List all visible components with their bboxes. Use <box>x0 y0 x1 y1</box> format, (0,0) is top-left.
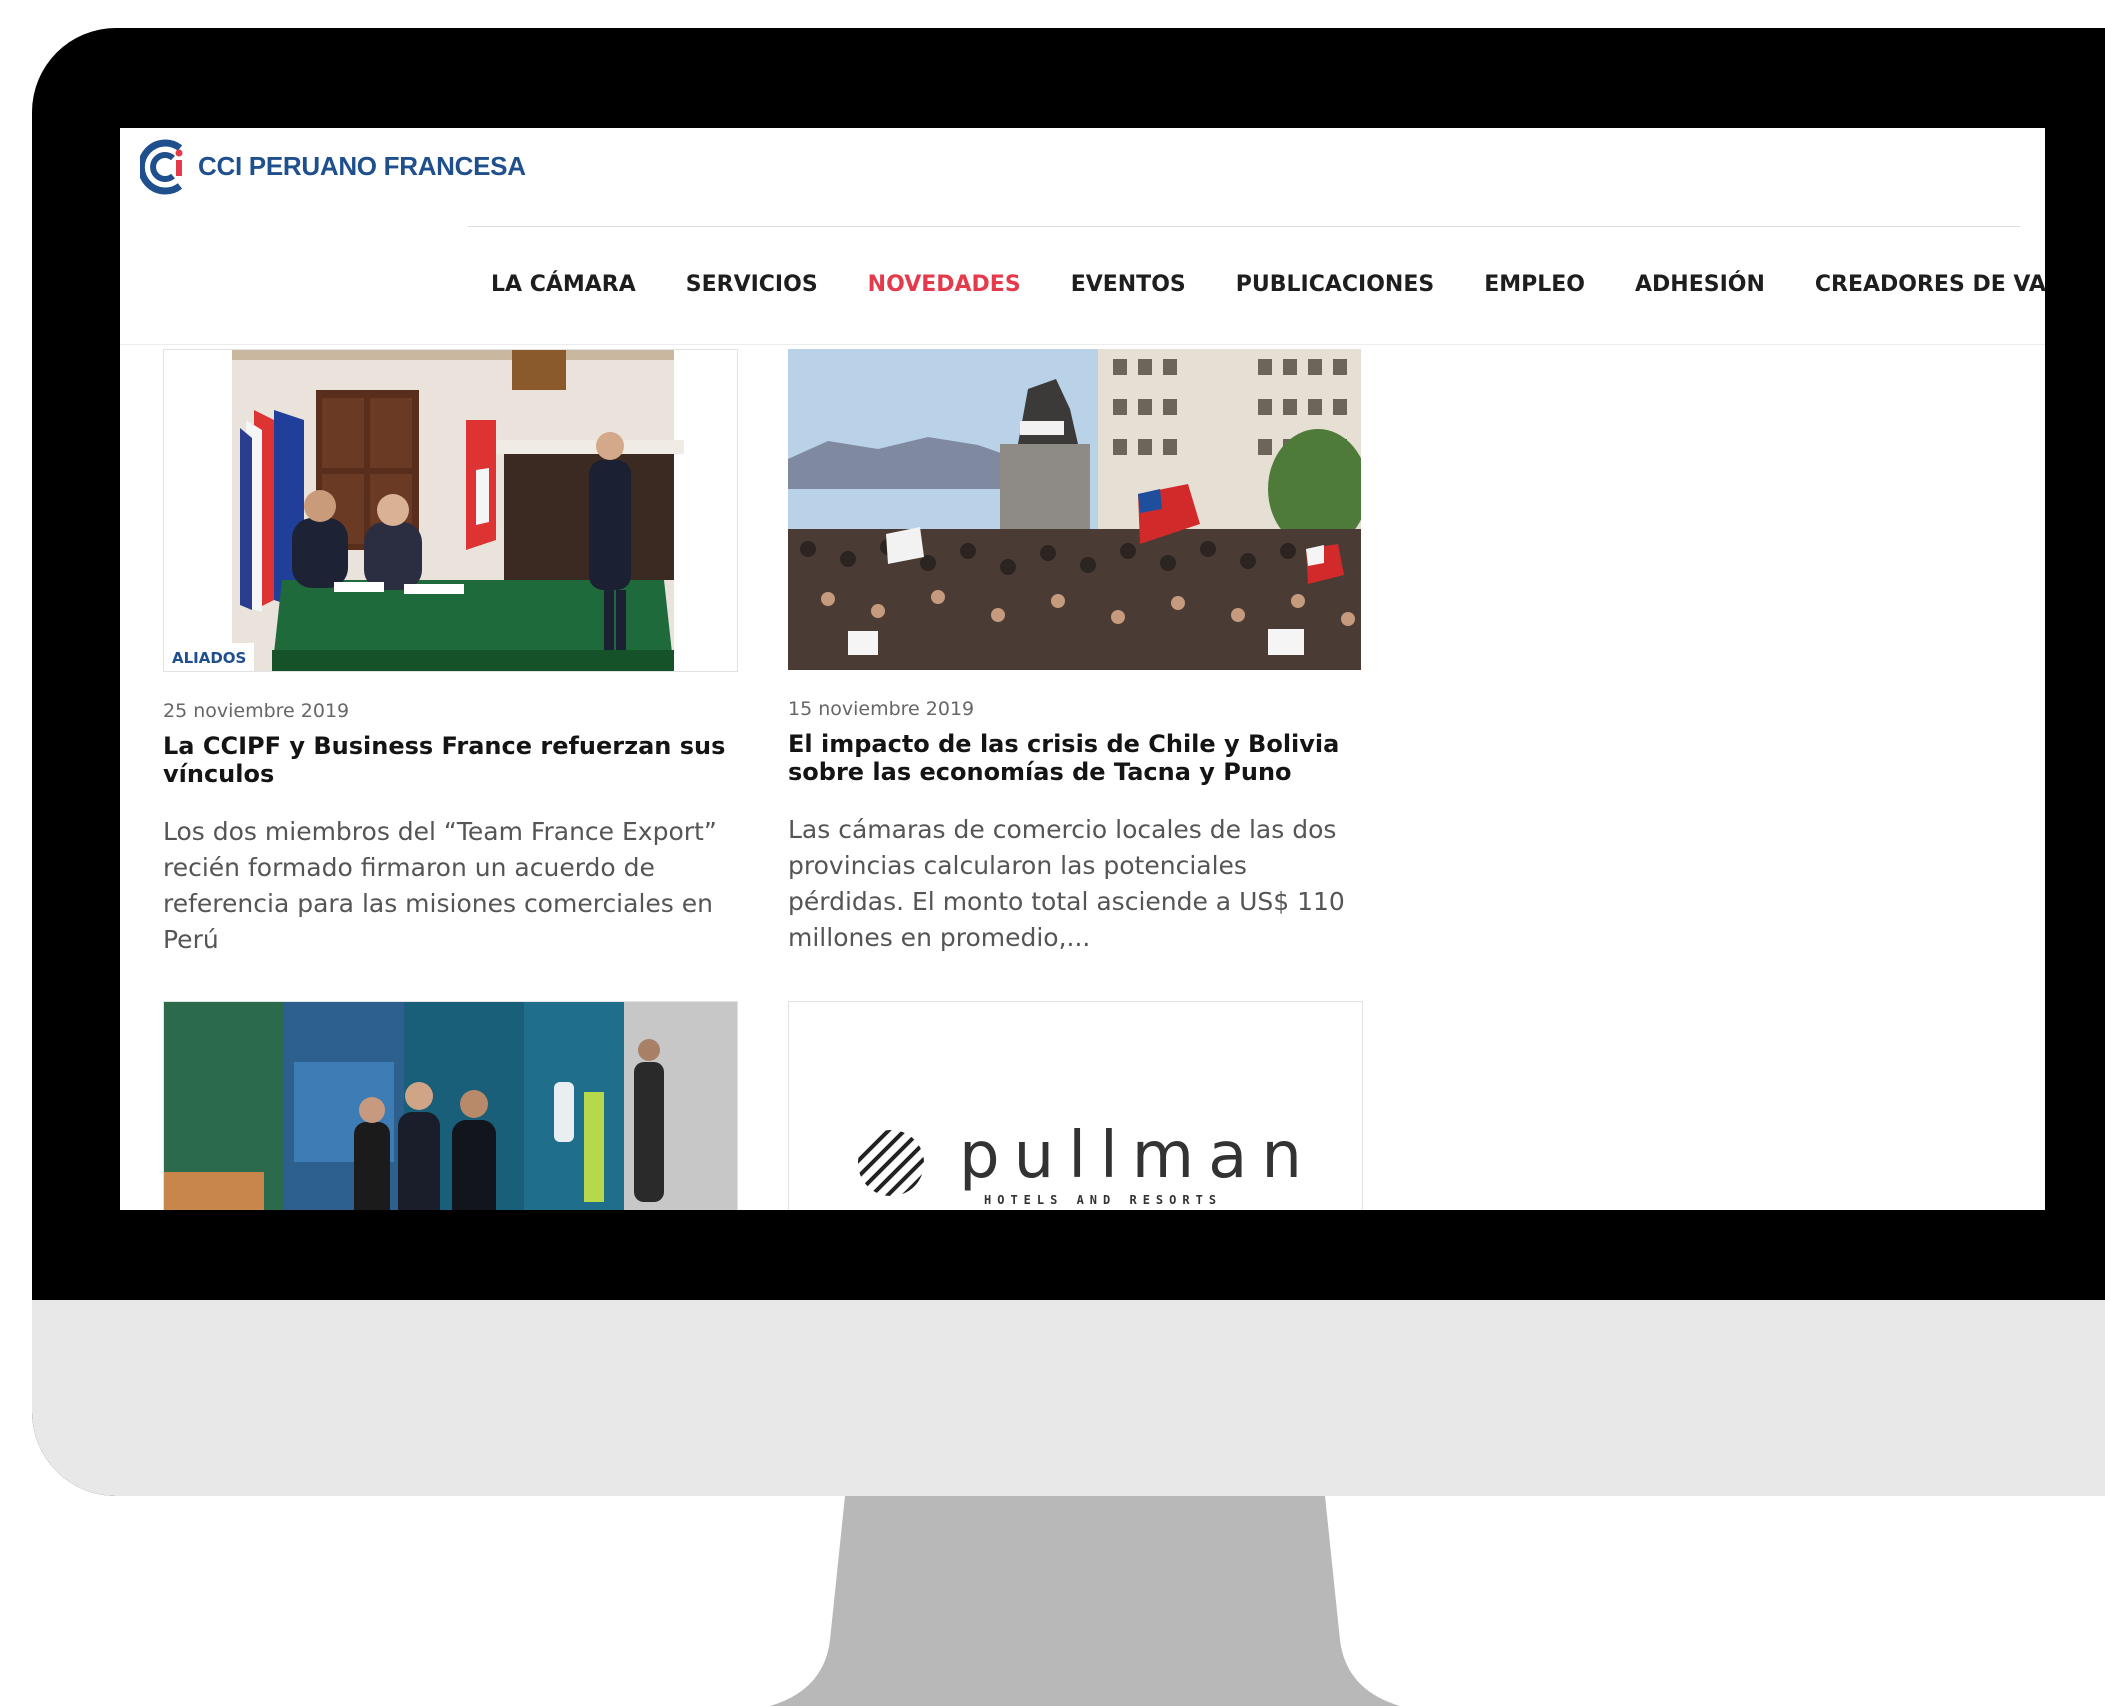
post-excerpt: Los dos miembros del “Team France Export… <box>163 817 717 954</box>
pullman-tagline: HOTELS AND RESORTS <box>984 1193 1222 1207</box>
nav-item-adhesion[interactable]: ADHESIÓN <box>1635 272 1765 297</box>
post-card: ALIADOS 25 noviembre 2019 La CCIPF y Bus… <box>163 349 738 958</box>
browser-screen: CCI PERUANO FRANCESA LA CÁMARA SERVICIOS… <box>120 128 2045 1210</box>
post-image-expo-stand[interactable] <box>163 1001 738 1210</box>
nav-item-la-camara[interactable]: LA CÁMARA <box>491 272 636 297</box>
nav-item-eventos[interactable]: EVENTOS <box>1071 272 1186 297</box>
pullman-logo-text: pullman <box>959 1119 1316 1193</box>
post-date: 25 noviembre 2019 <box>163 700 350 722</box>
nav-item-creadores-de-valor[interactable]: CREADORES DE VALOR <box>1815 272 2045 297</box>
post-date: 15 noviembre 2019 <box>788 698 975 720</box>
expo-stand-photo <box>164 1002 737 1210</box>
nav-item-novedades[interactable]: NOVEDADES <box>868 272 1021 297</box>
post-image-pullman[interactable]: pullman HOTELS AND RESORTS <box>788 1001 1363 1210</box>
site-logo[interactable]: CCI PERUANO FRANCESA <box>140 136 526 196</box>
cci-logo-icon <box>140 139 183 195</box>
post-title-link[interactable]: La CCIPF y Business France refuerzan sus… <box>163 732 738 788</box>
protest-photo <box>788 349 1361 670</box>
post-title-link[interactable]: El impacto de las crisis de Chile y Boli… <box>788 730 1363 786</box>
post-card: 15 noviembre 2019 El impacto de las cris… <box>788 349 1363 956</box>
header-divider <box>468 226 2020 227</box>
nav-item-empleo[interactable]: EMPLEO <box>1484 272 1585 297</box>
pullman-logo-image: pullman HOTELS AND RESORTS <box>789 1002 1362 1210</box>
monitor-chin <box>32 1300 2105 1496</box>
post-image-protest-crowd[interactable] <box>788 349 1361 670</box>
site-header: CCI PERUANO FRANCESA LA CÁMARA SERVICIOS… <box>120 128 2045 345</box>
post-excerpt: Las cámaras de comercio locales de las d… <box>788 815 1345 952</box>
main-nav: LA CÁMARA SERVICIOS NOVEDADES EVENTOS PU… <box>491 272 2045 297</box>
nav-item-servicios[interactable]: SERVICIOS <box>686 272 818 297</box>
post-card <box>163 1001 738 1210</box>
signing-photo <box>232 350 684 671</box>
post-card: pullman HOTELS AND RESORTS <box>788 1001 1363 1210</box>
nav-item-publicaciones[interactable]: PUBLICACIONES <box>1236 272 1434 297</box>
logo-text: CCI PERUANO FRANCESA <box>198 150 526 181</box>
post-image-signing-ceremony[interactable]: ALIADOS <box>163 349 738 672</box>
category-badge[interactable]: ALIADOS <box>164 643 255 671</box>
